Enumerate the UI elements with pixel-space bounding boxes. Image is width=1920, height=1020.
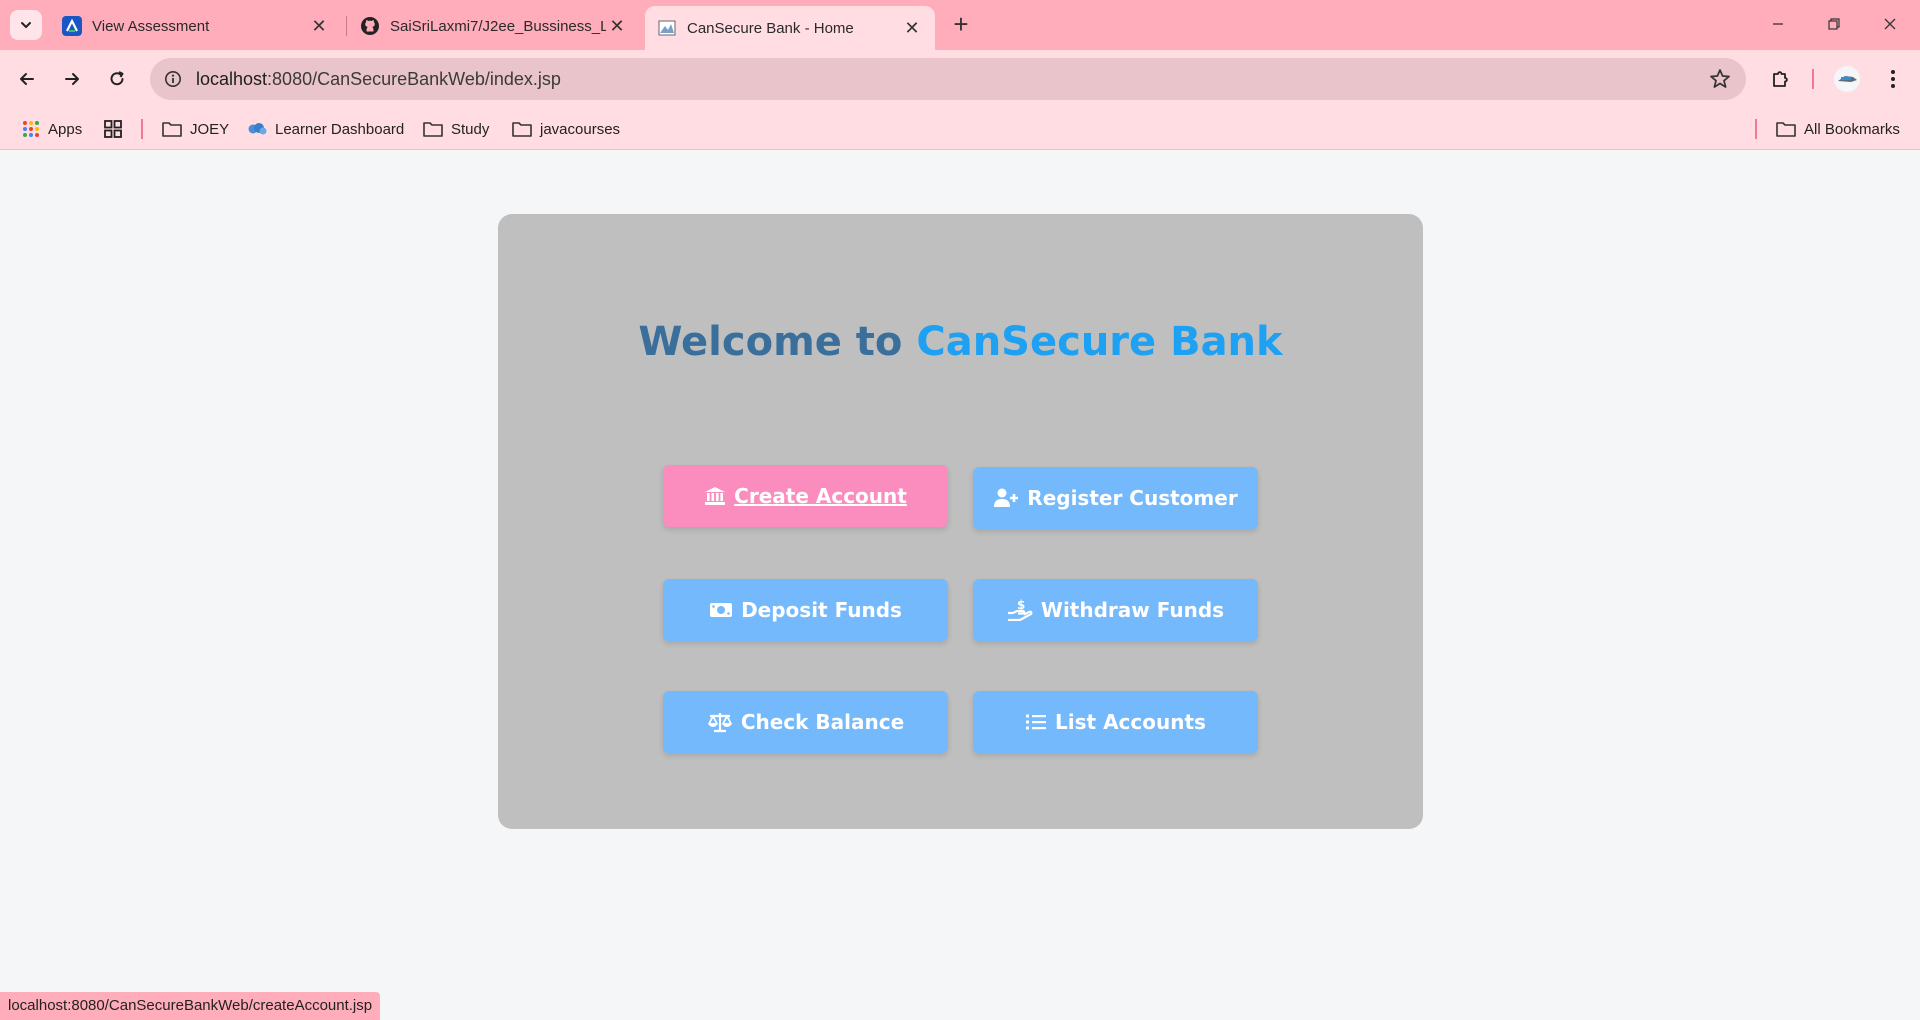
- tab-groups-icon: [104, 120, 122, 138]
- github-icon: [360, 16, 380, 36]
- close-window-button[interactable]: [1870, 8, 1910, 40]
- chevron-down-icon: [21, 22, 31, 29]
- back-button[interactable]: [10, 62, 44, 96]
- folder-icon: [423, 121, 443, 137]
- page-favicon-icon: [657, 18, 677, 38]
- browser-menu-button[interactable]: [1876, 62, 1910, 96]
- tab-cansecure-home[interactable]: CanSecure Bank - Home ✕: [645, 6, 935, 50]
- close-icon[interactable]: ✕: [901, 17, 923, 39]
- list-accounts-button[interactable]: List Accounts: [973, 691, 1258, 753]
- tab-github[interactable]: SaiSriLaxmi7/J2ee_Bussiness_LA ✕: [348, 6, 640, 46]
- create-account-button[interactable]: Create Account: [663, 465, 948, 527]
- learner-dashboard-icon: [247, 121, 267, 137]
- welcome-card: Welcome to CanSecure Bank Create Account…: [498, 214, 1423, 829]
- assessment-favicon-icon: [62, 16, 82, 36]
- bookmark-label: Learner Dashboard: [275, 120, 405, 138]
- minimize-button[interactable]: [1758, 8, 1798, 40]
- button-label: Withdraw Funds: [1040, 598, 1225, 622]
- tab-groups-button[interactable]: [103, 117, 123, 141]
- tab-strip: View Assessment ✕ SaiSriLaxmi7/J2ee_Buss…: [0, 0, 1920, 50]
- user-plus-icon: [993, 488, 1019, 508]
- hand-holding-dollar-icon: $: [1007, 599, 1033, 621]
- extensions-button[interactable]: [1764, 62, 1798, 96]
- close-icon: [1884, 18, 1896, 30]
- browser-toolbar: localhost:8080/CanSecureBankWeb/index.js…: [0, 50, 1920, 108]
- button-label: Check Balance: [740, 710, 905, 734]
- brand-name: CanSecure Bank: [916, 319, 1283, 365]
- tab-title: CanSecure Bank - Home: [687, 19, 854, 37]
- bookmark-label: JOEY: [190, 120, 230, 138]
- tab-title: View Assessment: [92, 17, 210, 35]
- restore-button[interactable]: [1814, 8, 1854, 40]
- tab-view-assessment[interactable]: View Assessment ✕: [50, 6, 342, 46]
- button-label: List Accounts: [1055, 710, 1206, 734]
- site-info-icon[interactable]: [162, 68, 184, 90]
- withdraw-funds-button[interactable]: $ Withdraw Funds: [973, 579, 1258, 641]
- all-bookmarks-button[interactable]: All Bookmarks: [1776, 117, 1900, 141]
- bookmark-learner-dashboard[interactable]: Learner Dashboard: [247, 117, 404, 141]
- minimize-icon: [1773, 23, 1783, 25]
- restore-icon: [1828, 18, 1840, 30]
- bookmark-label: Study: [451, 120, 490, 138]
- money-bill-icon: [709, 601, 733, 619]
- tab-search-button[interactable]: [10, 10, 42, 40]
- toolbar-divider: [1812, 69, 1814, 89]
- bookmark-javacourses[interactable]: javacourses: [512, 117, 620, 141]
- deposit-funds-button[interactable]: Deposit Funds: [663, 579, 948, 641]
- reload-button[interactable]: [100, 62, 134, 96]
- address-bar[interactable]: localhost:8080/CanSecureBankWeb/index.js…: [150, 58, 1746, 100]
- bookmarks-divider: [1755, 119, 1757, 139]
- close-icon[interactable]: ✕: [308, 15, 330, 37]
- arrow-left-icon: [20, 73, 34, 85]
- apps-grid-icon: [22, 120, 40, 138]
- url-text: localhost:8080/CanSecureBankWeb/index.js…: [196, 69, 561, 90]
- folder-icon: [162, 121, 182, 137]
- folder-icon: [512, 121, 532, 137]
- profile-avatar[interactable]: [1830, 62, 1864, 96]
- close-icon[interactable]: ✕: [606, 15, 628, 37]
- new-tab-button[interactable]: +: [946, 10, 976, 40]
- welcome-prefix: Welcome to: [638, 319, 903, 365]
- tab-separator: [346, 16, 347, 36]
- forward-button[interactable]: [55, 62, 89, 96]
- list-icon: [1025, 713, 1047, 731]
- bookmark-label: Apps: [48, 120, 83, 138]
- url-path: :8080/CanSecureBankWeb/index.jsp: [267, 68, 561, 89]
- folder-icon: [1776, 121, 1796, 137]
- bookmarks-divider: [141, 119, 143, 139]
- bookmark-star-icon[interactable]: [1708, 67, 1732, 91]
- link-status-bar: localhost:8080/CanSecureBankWeb/createAc…: [0, 992, 381, 1020]
- url-host: localhost: [196, 68, 268, 89]
- reload-icon: [110, 71, 124, 86]
- bookmark-joey[interactable]: JOEY: [162, 117, 229, 141]
- button-label: Create Account: [734, 484, 907, 508]
- bookmark-apps[interactable]: Apps: [22, 117, 82, 141]
- page-title: Welcome to CanSecure Bank: [498, 319, 1423, 365]
- puzzle-icon: [1773, 71, 1788, 87]
- more-vertical-icon: [1891, 70, 1895, 88]
- bookmark-study[interactable]: Study: [423, 117, 489, 141]
- button-label: Deposit Funds: [741, 598, 902, 622]
- register-customer-button[interactable]: Register Customer: [973, 467, 1258, 529]
- arrow-right-icon: [65, 73, 79, 85]
- avatar-icon: [1834, 66, 1860, 92]
- bank-icon: [704, 486, 726, 506]
- bookmarks-bar: Apps JOEY Learner Dashboard Study javaco…: [0, 108, 1920, 150]
- bookmark-label: javacourses: [540, 120, 621, 138]
- button-label: Register Customer: [1027, 486, 1238, 510]
- scale-balance-icon: [707, 711, 733, 733]
- check-balance-button[interactable]: Check Balance: [663, 691, 948, 753]
- tab-title: SaiSriLaxmi7/J2ee_Bussiness_LA: [390, 17, 606, 35]
- all-bookmarks-label: All Bookmarks: [1804, 120, 1900, 138]
